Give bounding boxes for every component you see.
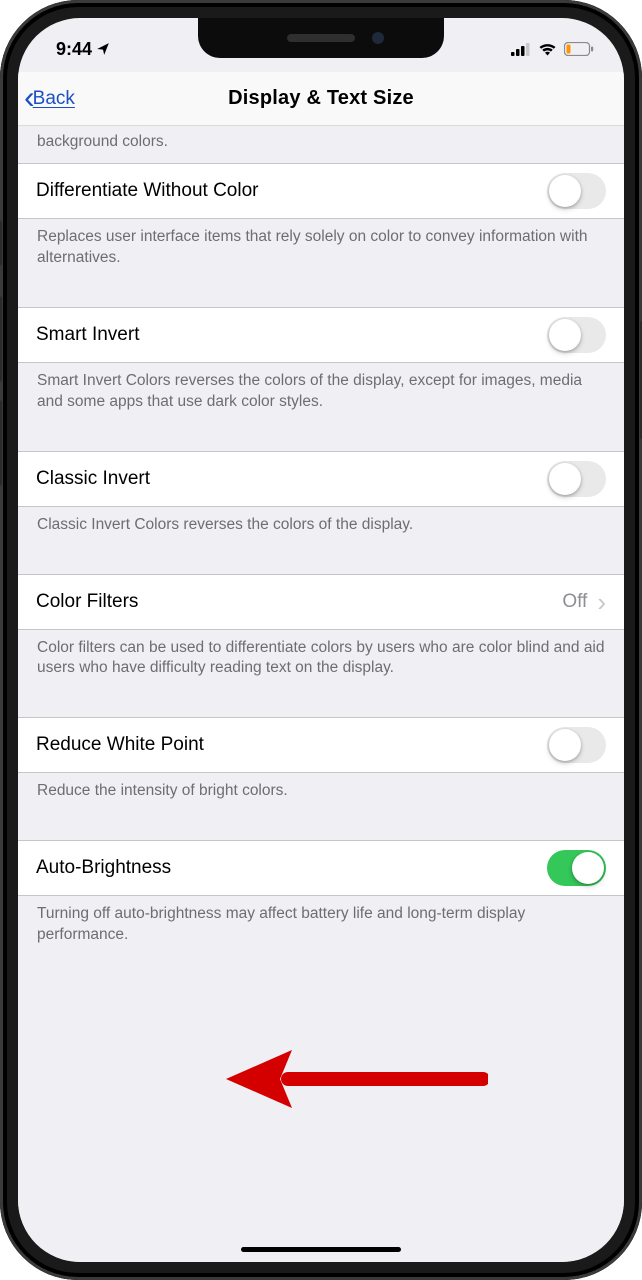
truncated-footer: background colors. [18,126,624,163]
row-label: Reduce White Point [36,734,547,756]
status-left: 9:44 [56,39,110,60]
row-label: Auto-Brightness [36,857,547,879]
toggle-reduce-white-point[interactable] [547,727,606,763]
row-value: Off [562,591,587,613]
cellular-signal-icon [511,43,531,56]
back-button[interactable]: ‹ Back [24,72,75,126]
screen: 9:44 [18,18,624,1262]
toggle-classic-invert[interactable] [547,461,606,497]
footer-differentiate: Replaces user interface items that rely … [18,219,624,279]
row-label: Color Filters [36,591,562,613]
volume-down-button [0,400,2,486]
toggle-auto-brightness[interactable] [547,850,606,886]
footer-color-filters: Color filters can be used to differentia… [18,630,624,690]
row-label: Differentiate Without Color [36,180,547,202]
mute-switch [0,220,2,266]
row-auto-brightness[interactable]: Auto-Brightness [18,840,624,896]
chevron-right-icon: › [597,589,606,615]
nav-bar: ‹ Back Display & Text Size [18,72,624,126]
back-label: Back [33,88,75,110]
battery-icon [564,42,594,56]
front-camera-icon [372,32,384,44]
page-title: Display & Text Size [228,87,414,110]
clock-label: 9:44 [56,39,92,60]
toggle-differentiate-without-color[interactable] [547,173,606,209]
footer-smart-invert: Smart Invert Colors reverses the colors … [18,363,624,423]
wifi-icon [538,42,557,56]
notch [198,18,444,58]
location-arrow-icon [96,42,110,56]
footer-auto-brightness: Turning off auto-brightness may affect b… [18,896,624,956]
row-label: Classic Invert [36,468,547,490]
row-differentiate-without-color[interactable]: Differentiate Without Color [18,163,624,219]
chevron-left-icon: ‹ [24,81,35,113]
settings-list[interactable]: background colors. Differentiate Without… [18,126,624,1262]
footer-classic-invert: Classic Invert Colors reverses the color… [18,507,624,546]
device-frame: 9:44 [0,0,642,1280]
row-reduce-white-point[interactable]: Reduce White Point [18,717,624,773]
footer-reduce-white-point: Reduce the intensity of bright colors. [18,773,624,812]
volume-up-button [0,296,2,382]
row-classic-invert[interactable]: Classic Invert [18,451,624,507]
speaker-icon [287,34,355,42]
toggle-smart-invert[interactable] [547,317,606,353]
status-right [511,42,594,56]
row-label: Smart Invert [36,324,547,346]
row-color-filters[interactable]: Color Filters Off › [18,574,624,630]
home-indicator[interactable] [241,1247,401,1252]
row-smart-invert[interactable]: Smart Invert [18,307,624,363]
